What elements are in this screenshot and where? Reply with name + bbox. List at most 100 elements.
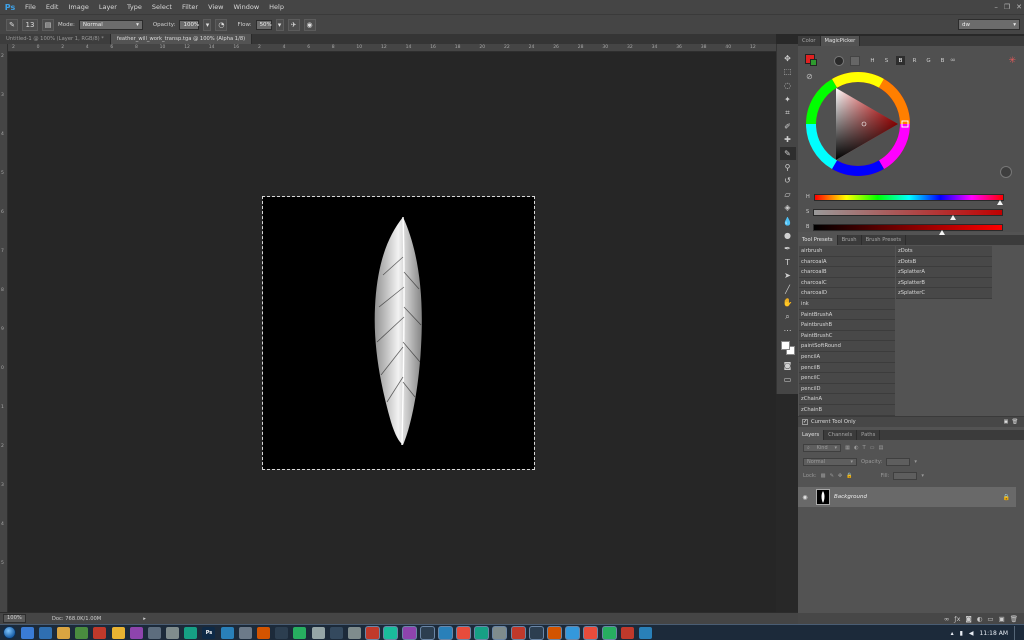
color-mode-button[interactable]: S bbox=[882, 56, 891, 65]
canvas-area[interactable] bbox=[8, 52, 776, 612]
volume-icon[interactable]: ◀ bbox=[969, 630, 974, 637]
eyedropper-tool-icon[interactable]: ✐ bbox=[780, 120, 796, 133]
preset-item[interactable]: airbrush bbox=[799, 246, 895, 257]
flow-input[interactable]: 50% bbox=[255, 19, 272, 30]
taskbar-app-icon[interactable] bbox=[548, 626, 562, 639]
menu-window[interactable]: Window bbox=[229, 0, 265, 14]
color-wheel-mode-icon[interactable] bbox=[834, 56, 844, 66]
ruler-vertical[interactable]: 2 3 4 5 6 7 8 9 0 1 2 3 4 5 bbox=[0, 44, 8, 612]
paint-bucket-tool-icon[interactable]: ◈ bbox=[780, 202, 796, 215]
pen-tool-icon[interactable]: ✒ bbox=[780, 242, 796, 255]
preset-item[interactable]: paintSoftRound bbox=[799, 341, 895, 352]
line-tool-icon[interactable]: ╱ bbox=[780, 283, 796, 296]
preset-item[interactable]: PaintbrushB bbox=[799, 320, 895, 331]
clone-stamp-tool-icon[interactable]: ⚲ bbox=[780, 161, 796, 174]
minimize-icon[interactable]: – bbox=[994, 3, 998, 11]
new-layer-icon[interactable]: ▣ bbox=[999, 615, 1005, 623]
preset-item[interactable]: PaintBrushC bbox=[799, 330, 895, 342]
pressure-size-icon[interactable]: ◉ bbox=[303, 18, 316, 31]
taskbar-app-icon[interactable] bbox=[75, 626, 89, 639]
flow-dropdown-icon[interactable]: ▾ bbox=[275, 18, 284, 31]
taskbar-app-icon[interactable] bbox=[620, 626, 634, 639]
preset-item[interactable]: PaintBrushA bbox=[799, 309, 895, 321]
taskbar-app-icon[interactable] bbox=[184, 626, 198, 639]
document-tab[interactable]: feather_will_work_transp.tga @ 100% (Alp… bbox=[110, 34, 253, 44]
brush-panel-toggle-icon[interactable]: ▤ bbox=[42, 18, 54, 31]
presets-tab[interactable]: Brush bbox=[838, 235, 862, 245]
layers-tab[interactable]: Paths bbox=[857, 430, 881, 440]
quick-selection-tool-icon[interactable]: ✦ bbox=[780, 93, 796, 106]
taskbar-app-icon[interactable] bbox=[584, 626, 598, 639]
start-button[interactable] bbox=[0, 625, 18, 640]
clock[interactable]: 11:18 AM bbox=[980, 630, 1008, 637]
lock-pixels-icon[interactable]: ✎ bbox=[829, 473, 833, 479]
preset-item[interactable]: zDots bbox=[896, 246, 992, 257]
healing-brush-tool-icon[interactable]: ✚ bbox=[780, 134, 796, 147]
filter-adjustment-icon[interactable]: ◐ bbox=[854, 445, 859, 451]
color-mode-button[interactable]: B bbox=[938, 56, 947, 65]
visibility-eye-icon[interactable]: ◉ bbox=[798, 494, 812, 501]
taskbar-app-icon[interactable] bbox=[275, 626, 289, 639]
close-icon[interactable]: ✕ bbox=[1016, 3, 1022, 11]
brush-tool-icon[interactable]: ✎ bbox=[6, 18, 18, 31]
delete-layer-icon[interactable]: 🗑 bbox=[1010, 615, 1018, 623]
mode-select[interactable]: Normal ▾ bbox=[78, 19, 143, 30]
new-preset-icon[interactable]: ▣ bbox=[1004, 419, 1009, 425]
lasso-tool-icon[interactable]: ◌ bbox=[780, 79, 796, 92]
color-mode-button[interactable]: H bbox=[868, 56, 877, 65]
hand-tool-icon[interactable]: ✋ bbox=[780, 297, 796, 310]
document-tab[interactable]: Untitled-1 @ 100% (Layer 1, RGB/8) * bbox=[0, 34, 111, 44]
preset-item[interactable]: zSplatterB bbox=[896, 277, 992, 289]
layers-tab[interactable]: Layers bbox=[798, 430, 825, 440]
move-tool-icon[interactable]: ✥ bbox=[780, 52, 796, 65]
filter-type-icon[interactable]: T bbox=[862, 445, 865, 451]
lock-transparent-icon[interactable]: ▩ bbox=[821, 473, 826, 479]
opacity-input[interactable]: 100% bbox=[179, 19, 200, 30]
path-selection-tool-icon[interactable]: ➤ bbox=[780, 270, 796, 283]
menu-image[interactable]: Image bbox=[63, 0, 93, 14]
dodge-tool-icon[interactable]: ● bbox=[780, 229, 796, 242]
current-tool-only-checkbox[interactable]: ✓ bbox=[802, 419, 808, 425]
menu-view[interactable]: View bbox=[203, 0, 228, 14]
taskbar-app-icon[interactable] bbox=[129, 626, 143, 639]
brightness-slider-thumb[interactable] bbox=[939, 229, 946, 235]
taskbar-app-icon[interactable] bbox=[147, 626, 161, 639]
history-brush-tool-icon[interactable]: ↺ bbox=[780, 174, 796, 187]
preset-item[interactable]: ink bbox=[799, 298, 895, 310]
taskbar-app-icon[interactable] bbox=[329, 626, 343, 639]
preset-item[interactable]: pencilA bbox=[799, 351, 895, 363]
color-panel-tab[interactable]: Color bbox=[798, 36, 821, 46]
tray-arrow-icon[interactable]: ▴ bbox=[951, 630, 954, 637]
adjustment-layer-icon[interactable]: ◐ bbox=[977, 615, 983, 623]
preset-item[interactable]: zChainA bbox=[799, 394, 895, 405]
new-group-icon[interactable]: ▭ bbox=[987, 615, 993, 623]
brightness-slider[interactable] bbox=[813, 223, 1004, 235]
taskbar-app-icon[interactable] bbox=[602, 626, 616, 639]
color-mode-button[interactable]: G bbox=[924, 56, 933, 65]
layer-style-icon[interactable]: ƒx bbox=[954, 615, 960, 623]
color-panel-tab[interactable]: MagicPicker bbox=[820, 36, 861, 46]
preset-item[interactable]: pencilD bbox=[799, 383, 895, 395]
taskbar-app-icon[interactable] bbox=[420, 626, 434, 639]
link-layers-icon[interactable]: ∞ bbox=[944, 615, 949, 623]
taskbar-app-icon[interactable] bbox=[347, 626, 361, 639]
taskbar-app-icon[interactable] bbox=[56, 626, 70, 639]
preset-item[interactable]: zDotsB bbox=[896, 256, 992, 268]
taskbar-app-icon[interactable] bbox=[20, 626, 34, 639]
taskbar-app-icon[interactable] bbox=[384, 626, 398, 639]
layer-mask-icon[interactable]: ◙ bbox=[965, 615, 971, 623]
preset-item[interactable]: charcoalC bbox=[799, 277, 895, 289]
menu-file[interactable]: File bbox=[20, 0, 41, 14]
brush-size-picker[interactable]: 13 bbox=[22, 18, 38, 31]
menu-select[interactable]: Select bbox=[147, 0, 177, 14]
preset-item[interactable]: pencilC bbox=[799, 373, 895, 384]
kind-filter-select[interactable]: ⌕ Kind ▾ bbox=[803, 444, 841, 452]
taskbar-app-icon[interactable]: Ps bbox=[202, 626, 216, 639]
quick-mask-icon[interactable]: ◙ bbox=[780, 359, 796, 372]
pressure-opacity-icon[interactable]: ◔ bbox=[215, 18, 228, 31]
hue-slider[interactable] bbox=[813, 193, 1004, 205]
opacity-dropdown-icon[interactable]: ▾ bbox=[914, 459, 917, 465]
taskbar-app-icon[interactable] bbox=[220, 626, 234, 639]
saturation-slider-thumb[interactable] bbox=[950, 214, 957, 220]
zoom-level[interactable]: 100% bbox=[3, 614, 26, 623]
